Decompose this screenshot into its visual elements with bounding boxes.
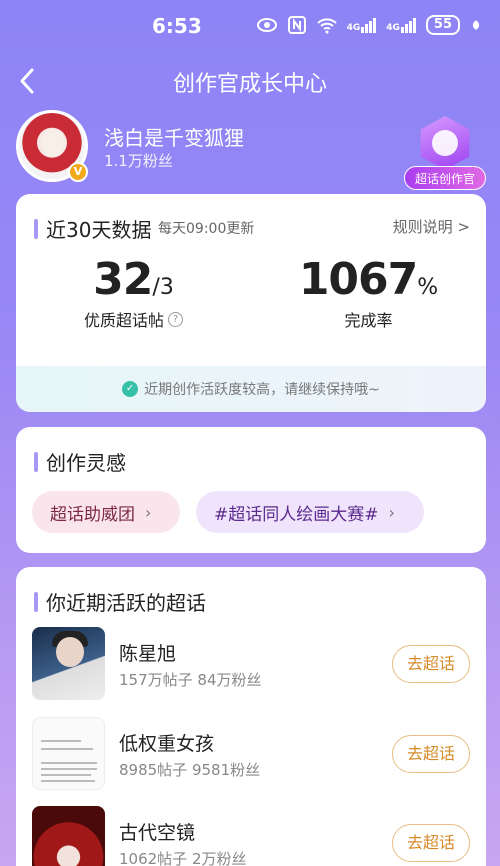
active-topics-card: 你近期活跃的超话 陈星旭 157万帖子 84万粉丝 去超话 低权重女孩 8985… (16, 567, 486, 866)
topic-name: 古代空镜 (119, 822, 196, 844)
verified-badge: V (68, 162, 88, 182)
topic-meta: 8985帖子 9581粉丝 (119, 761, 261, 779)
chevron-right-icon: › (388, 502, 395, 522)
tag-cheer-team[interactable]: 超话助威团 › (32, 491, 180, 533)
title-accent-bar (34, 218, 38, 239)
leaf-icon (472, 20, 480, 30)
posts-label: 优质超话帖 (83, 311, 164, 330)
title-accent-bar (34, 451, 38, 472)
status-bar: 6:53 4G 4G 55 (0, 0, 500, 56)
list-item[interactable]: 陈星旭 157万帖子 84万粉丝 去超话 (16, 627, 486, 707)
posts-unit: /3 (152, 275, 174, 300)
signal-4g-icon-2: 4G (386, 17, 416, 33)
active-topics-title: 你近期活跃的超话 (34, 587, 206, 616)
header: 创作官成长中心 (0, 56, 500, 106)
topic-meta: 1062帖子 2万粉丝 (119, 850, 247, 866)
posts-value: 32 (93, 254, 153, 305)
list-item[interactable]: 低权重女孩 8985帖子 9581粉丝 去超话 (16, 717, 486, 797)
help-icon[interactable]: ? (168, 311, 183, 327)
go-topic-button[interactable]: 去超话 (392, 735, 470, 773)
username[interactable]: 浅白是千变狐狸 (104, 122, 244, 151)
tag-drawing-contest[interactable]: #超话同人绘画大赛# › (196, 491, 424, 533)
profile-section: V 浅白是千变狐狸 1.1万粉丝 超话创作官 (0, 110, 500, 190)
wifi-icon (316, 18, 337, 34)
signal-4g-label-2: 4G (386, 22, 400, 33)
topic-meta: 157万帖子 84万粉丝 (119, 671, 262, 689)
inspiration-title-text: 创作灵感 (46, 451, 126, 475)
battery-icon: 55 (425, 15, 460, 35)
topic-name: 陈星旭 (119, 643, 177, 665)
check-icon: ✓ (122, 381, 139, 397)
tag-label: 超话助威团 (50, 504, 135, 525)
signal-4g-icon: 4G (346, 17, 377, 33)
completion-unit: % (417, 275, 439, 300)
rules-link[interactable]: 规则说明 > (393, 216, 470, 237)
chevron-right-icon: › (145, 502, 152, 522)
avatar-face (41, 129, 65, 157)
posts-stat: 32/3 优质超话帖 ? (16, 254, 251, 331)
active-topics-title-text: 你近期活跃的超话 (46, 591, 206, 615)
list-item[interactable]: 古代空镜 1062帖子 2万粉丝 去超话 (16, 806, 486, 866)
stats-card: 近30天数据 每天09:00更新 规则说明 > 32/3 优质超话帖 ? 106… (16, 194, 486, 412)
completion-stat: 1067% 完成率 (251, 254, 486, 331)
topic-thumbnail (32, 806, 105, 866)
completion-label: 完成率 (344, 311, 393, 330)
stats-title-text: 近30天数据 (46, 218, 152, 242)
signal-4g-label: 4G (346, 22, 361, 33)
tag-label: #超话同人绘画大赛# (214, 504, 379, 525)
update-note: 每天09:00更新 (158, 221, 255, 237)
inspiration-title: 创作灵感 (34, 447, 126, 476)
go-topic-button[interactable]: 去超话 (392, 645, 470, 683)
topic-thumbnail (32, 717, 105, 790)
status-time: 6:53 (152, 14, 202, 38)
posts-label-row: 优质超话帖 ? (84, 307, 183, 331)
topic-thumbnail (32, 627, 105, 700)
inspiration-card: 创作灵感 超话助威团 › #超话同人绘画大赛# › (16, 427, 486, 553)
fans-count: 1.1万粉丝 (104, 152, 173, 170)
nfc-icon (287, 16, 306, 34)
status-icons: 4G 4G 55 (256, 15, 482, 35)
stats-title: 近30天数据 (34, 214, 151, 243)
activity-tip-text: 近期创作活跃度较高，请继续保持哦~ (144, 382, 380, 398)
eye-icon (256, 18, 277, 32)
title-accent-bar (34, 591, 38, 612)
activity-tip: ✓ 近期创作活跃度较高，请继续保持哦~ (16, 366, 486, 412)
creator-badge-label: 超话创作官 (404, 166, 486, 190)
page-title: 创作官成长中心 (172, 72, 327, 97)
creator-badge-icon (420, 116, 470, 170)
completion-value: 1067 (298, 254, 418, 305)
go-topic-button[interactable]: 去超话 (392, 824, 470, 862)
creator-badge[interactable]: 超话创作官 (404, 116, 486, 192)
topic-name: 低权重女孩 (119, 733, 215, 755)
